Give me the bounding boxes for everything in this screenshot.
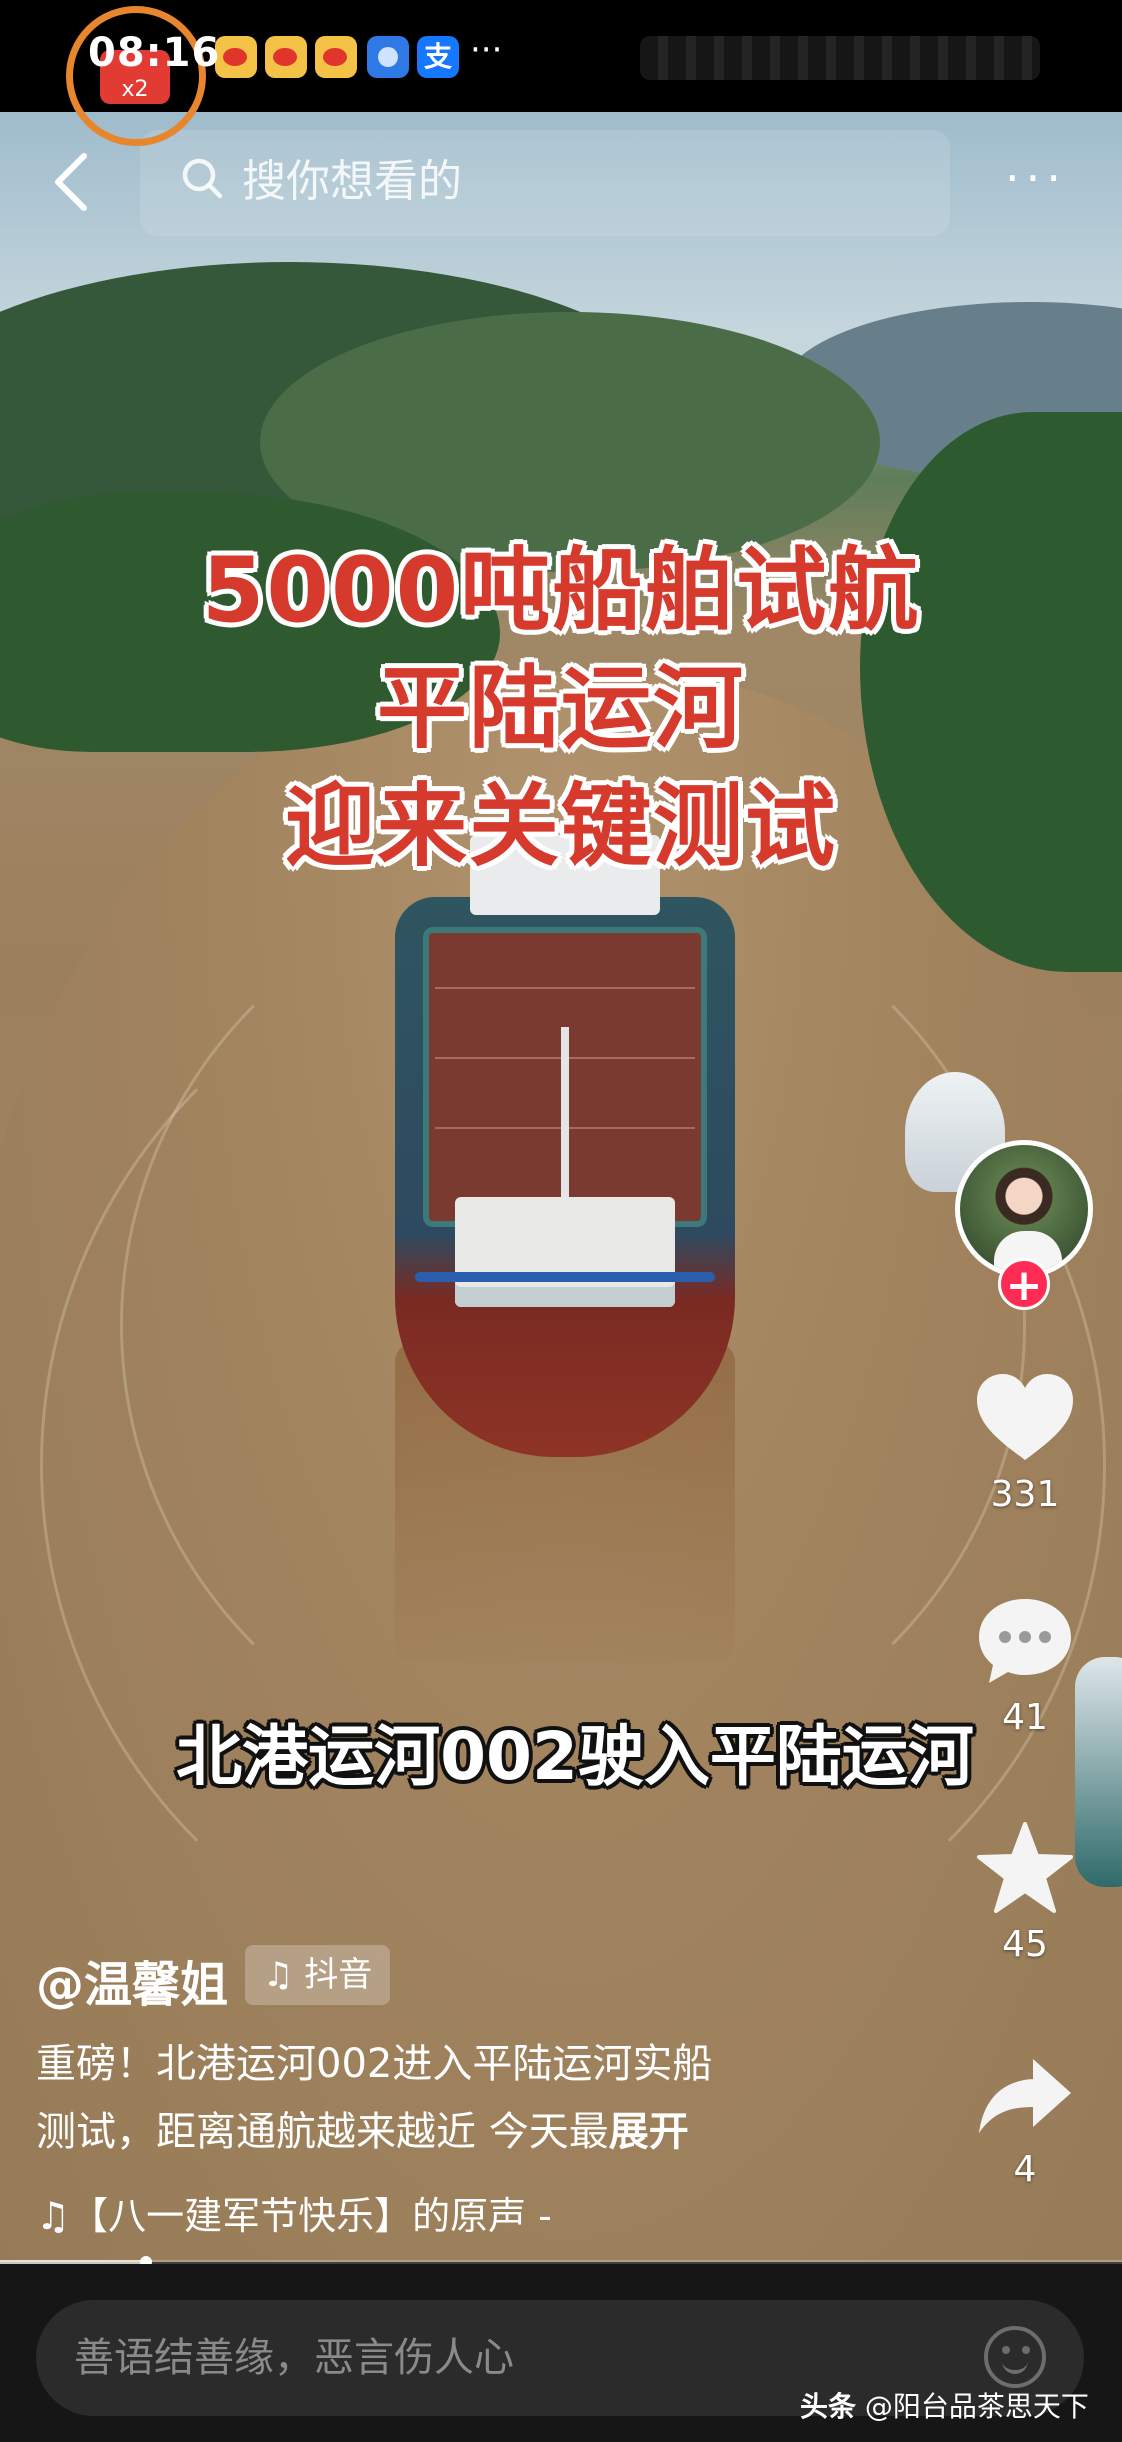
emoji-icon[interactable]	[984, 2326, 1046, 2388]
share-count: 4	[1013, 2149, 1037, 2190]
video-player-screen: 5000吨船舶试航 平陆运河 迎来关键测试 北港运河002驶入平陆运河 x2 0…	[0, 0, 1122, 2442]
video-caption: 北港运河002驶入平陆运河	[176, 1718, 974, 1795]
share-button[interactable]: 4	[960, 2055, 1090, 2190]
tiktok-icon: ♫	[263, 1955, 294, 1995]
video-title-line: 5000吨船舶试航	[201, 538, 921, 643]
comment-placeholder: 善语结善缘，恶言伤人心	[74, 2335, 514, 2381]
platform-label: 抖音	[304, 1955, 373, 1995]
more-options-icon[interactable]: ···	[1005, 155, 1067, 201]
watermark: 头条 @阳台品茶思天下	[800, 2385, 1089, 2425]
follow-button[interactable]: +	[998, 1258, 1050, 1311]
star-icon	[977, 1822, 1073, 1913]
author-name[interactable]: @温馨姐	[36, 1945, 228, 2015]
favorite-count: 45	[1002, 1924, 1048, 1965]
expand-button[interactable]: 展开	[609, 2109, 689, 2155]
status-overflow-icon: ···	[470, 30, 503, 70]
share-icon	[979, 2059, 1071, 2133]
cargo-ship	[395, 817, 735, 1467]
like-button[interactable]: 331	[960, 1372, 1090, 1515]
music-note-icon: ♫	[36, 2194, 71, 2238]
video-title-line: 平陆运河	[377, 656, 745, 761]
search-input[interactable]: 搜你想看的	[140, 130, 950, 236]
watermark-account: @阳台品茶思天下	[864, 2390, 1089, 2423]
music-info[interactable]: ♫【八一建军节快乐】的原声 -	[36, 2185, 552, 2240]
video-frame[interactable]: 5000吨船舶试航 平陆运河 迎来关键测试 北港运河002驶入平陆运河	[0, 112, 1122, 2262]
comment-button[interactable]: 41	[960, 1595, 1090, 1738]
video-description[interactable]: 重磅！北港运河002进入平陆运河实船 测试，距离通航越来越近 今天最展开	[36, 2030, 836, 2166]
favorite-button[interactable]: 45	[960, 1822, 1090, 1965]
music-title: 【八一建军节快乐】的原声 -	[70, 2194, 552, 2238]
comment-icon	[979, 1599, 1071, 1683]
comment-count: 41	[1002, 1697, 1048, 1738]
video-title-line: 迎来关键测试	[285, 774, 837, 879]
weibo-icon	[315, 36, 357, 78]
platform-badge: ♫ 抖音	[245, 1945, 391, 2005]
search-icon	[180, 156, 224, 200]
video-title-overlay: 5000吨船舶试航 平陆运河 迎来关键测试	[0, 532, 1122, 886]
alipay-icon: 支	[417, 36, 459, 78]
watermark-brand: 头条	[800, 2390, 857, 2423]
weibo-icon	[265, 36, 307, 78]
status-time: 08:16	[88, 30, 221, 76]
heart-icon	[977, 1374, 1073, 1460]
weibo-icon	[215, 36, 257, 78]
back-icon[interactable]	[50, 150, 94, 214]
status-indicators-blurred	[640, 36, 1040, 80]
like-count: 331	[990, 1474, 1060, 1515]
description-line: 测试，距离通航越来越近 今天最	[36, 2109, 609, 2155]
search-placeholder: 搜你想看的	[242, 156, 462, 207]
screen-record-ring-icon	[66, 6, 206, 146]
description-line: 重磅！北港运河002进入平陆运河实船	[36, 2041, 713, 2087]
browser-icon	[367, 36, 409, 78]
status-bar: x2 08:16 支 ···	[0, 0, 1122, 146]
